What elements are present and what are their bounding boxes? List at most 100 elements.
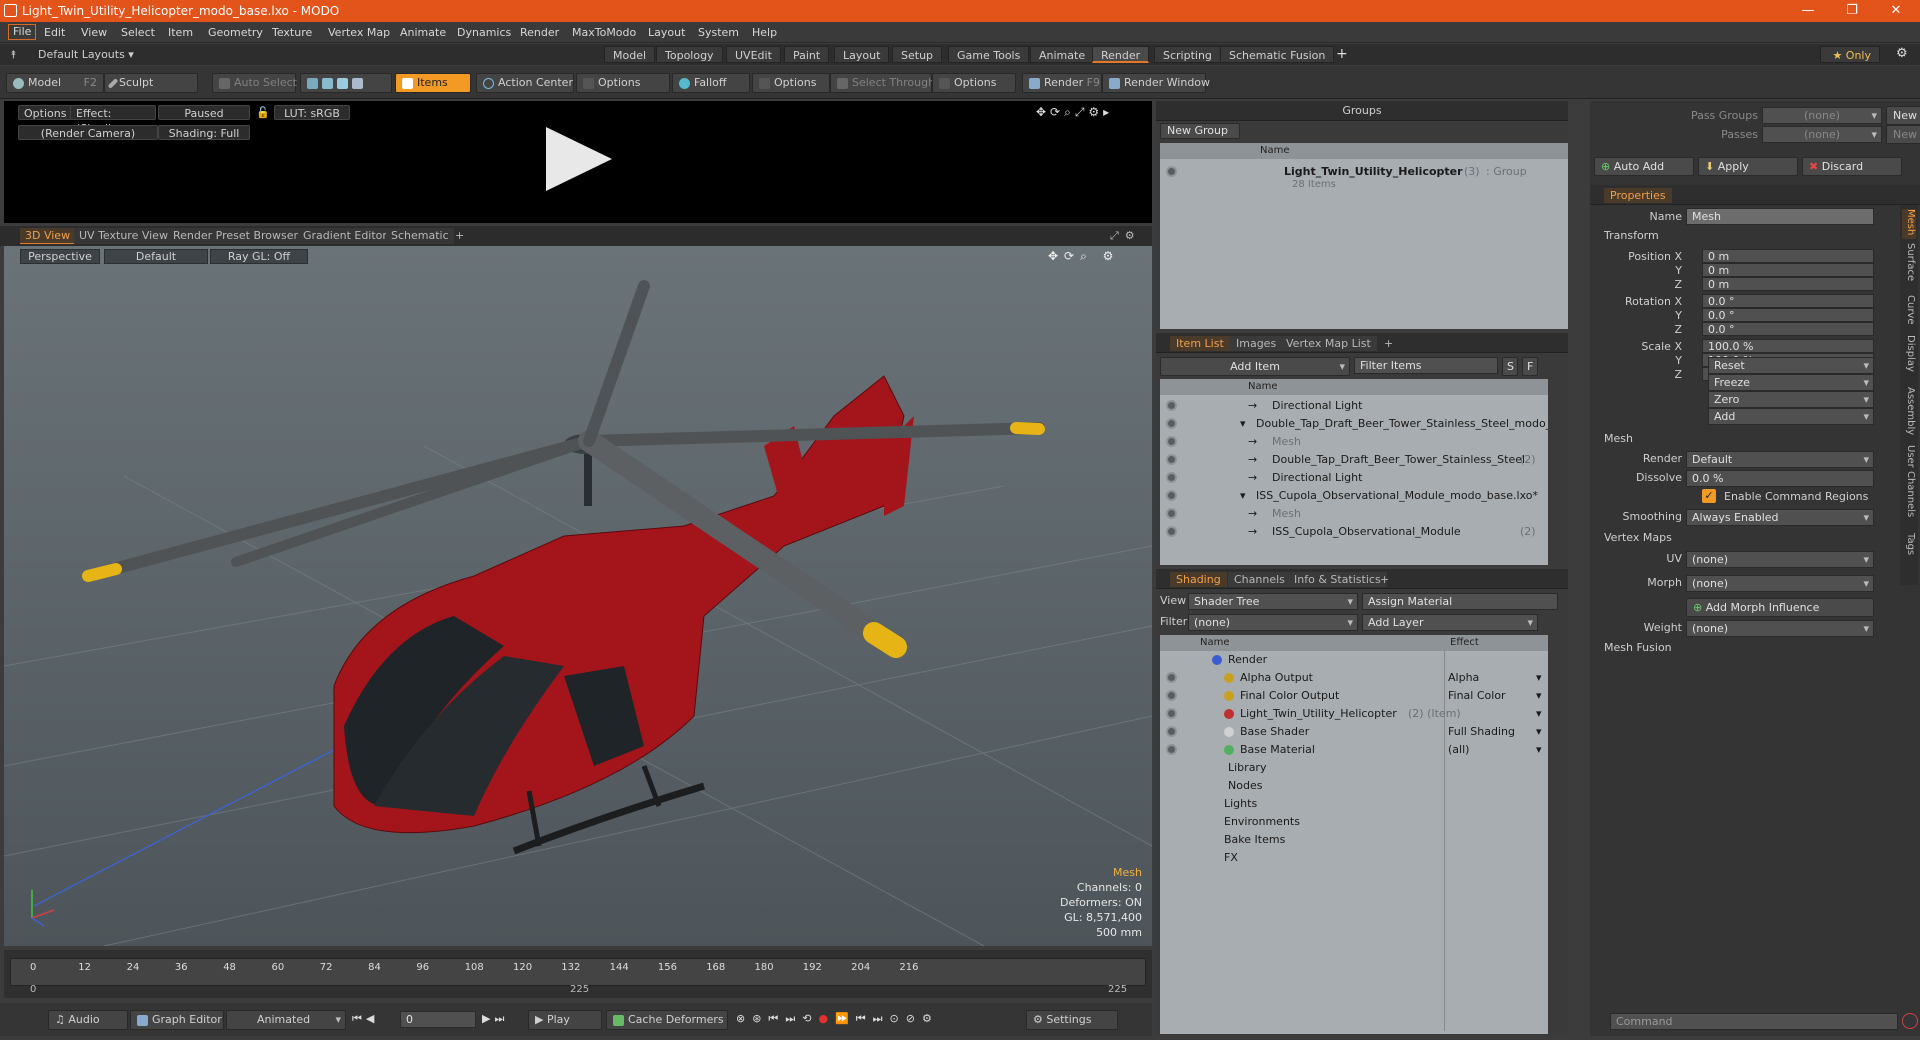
pass-groups-dropdown[interactable]: (none)	[1762, 107, 1882, 124]
menu-system[interactable]: System	[698, 26, 739, 39]
polygons-icon[interactable]	[337, 77, 348, 89]
layout-arrow-icon[interactable]: ⯭	[10, 48, 17, 62]
expand-arrow-icon[interactable]: →	[1248, 525, 1257, 538]
menu-file[interactable]: File	[8, 24, 37, 40]
preview-nav-icons[interactable]: ✥⟳⌕⤢⚙▸	[1036, 105, 1113, 120]
add-layer-dropdown[interactable]: Add Layer	[1362, 614, 1538, 631]
rotation-z-field[interactable]: 0.0 °	[1702, 322, 1874, 336]
side-tab-tags[interactable]: Tags	[1902, 533, 1916, 563]
tab-3d-view[interactable]: 3D View	[20, 228, 76, 244]
tab-shading[interactable]: Shading	[1170, 572, 1227, 587]
tab-render[interactable]: Render	[1092, 46, 1150, 63]
visibility-eye-icon[interactable]	[1166, 526, 1177, 537]
shader-tree-row[interactable]: Lights	[1160, 795, 1548, 813]
new-group-button[interactable]: New Group	[1160, 123, 1240, 139]
visibility-eye-icon[interactable]	[1166, 744, 1177, 755]
groups-list[interactable]: Name Light_Twin_Utility_Helicopter (3) :…	[1160, 143, 1568, 329]
tab-channels[interactable]: Channels	[1228, 572, 1291, 587]
shader-tree-row[interactable]: Library	[1160, 759, 1548, 777]
expand-arrow-icon[interactable]: →	[1248, 435, 1257, 448]
maximize-button[interactable]: ❐	[1830, 0, 1874, 22]
auto-add-button[interactable]: ⊕ Auto Add	[1594, 157, 1694, 176]
command-input[interactable]: Command	[1610, 1013, 1898, 1030]
command-record-icon[interactable]	[1902, 1013, 1918, 1029]
render-window-button[interactable]: Render Window	[1102, 73, 1210, 93]
tab-render-preset-browser[interactable]: Render Preset Browser	[168, 228, 304, 244]
auto-select-button[interactable]: Auto Select	[212, 73, 297, 93]
position-x-field[interactable]: 0 m	[1702, 249, 1874, 263]
tab-model[interactable]: Model	[604, 46, 656, 63]
dissolve-field[interactable]: 0.0 %	[1686, 470, 1874, 487]
add-layout-tab-button[interactable]: +	[1336, 46, 1348, 62]
expand-arrow-icon[interactable]: ▾	[1240, 489, 1246, 502]
chevron-down-icon[interactable]: ▾	[1536, 689, 1542, 702]
menu-vertex-map[interactable]: Vertex Map	[328, 26, 390, 39]
vertex-maps-section[interactable]: Vertex Maps	[1604, 531, 1920, 547]
tab-images[interactable]: Images	[1230, 336, 1283, 351]
item-list-row[interactable]: → Directional Light	[1160, 469, 1548, 487]
menu-texture[interactable]: Texture	[272, 26, 312, 39]
select-through-options-button[interactable]: Options	[932, 73, 1016, 93]
shader-filter-dropdown[interactable]: (none)	[1188, 614, 1358, 631]
item-list-row[interactable]: → Double_Tap_Draft_Beer_Tower_Stainless_S…	[1160, 451, 1548, 469]
add-view-tab-button[interactable]: +	[450, 228, 469, 244]
visibility-eye-icon[interactable]	[1166, 418, 1177, 429]
visibility-eye-icon[interactable]	[1166, 166, 1177, 177]
effect-dropdown[interactable]: (all)	[1448, 743, 1544, 756]
weight-dropdown[interactable]: (none)	[1686, 620, 1874, 637]
shader-view-dropdown[interactable]: Shader Tree	[1188, 593, 1358, 610]
item-list-row[interactable]: → ISS_Cupola_Observational_Module (2)	[1160, 523, 1548, 541]
scale-x-field[interactable]: 100.0 %	[1702, 339, 1874, 353]
item-tree[interactable]: Name → Directional Light ▾ Double_Tap_Draft…	[1160, 379, 1548, 565]
timeline[interactable]: 0 12 24 36 48 60 72 84 96 108 120 132 144 156 168 180 19…	[4, 950, 1152, 998]
menu-item[interactable]: Item	[168, 26, 193, 39]
tab-scripting[interactable]: Scripting	[1154, 46, 1221, 63]
transform-section[interactable]: Transform	[1604, 229, 1920, 245]
gear-icon[interactable]: ⚙	[1896, 46, 1908, 61]
tab-topology[interactable]: Topology	[656, 46, 723, 63]
render-camera-dropdown[interactable]: (Render Camera)	[18, 125, 158, 140]
materials-icon[interactable]	[352, 77, 363, 89]
close-button[interactable]: ✕	[1874, 0, 1918, 22]
filter-s-button[interactable]: S	[1502, 357, 1518, 376]
menu-help[interactable]: Help	[752, 26, 777, 39]
group-row[interactable]: Light_Twin_Utility_Helicopter (3) : Grou…	[1160, 163, 1568, 181]
side-tab-user-channels[interactable]: User Channels	[1902, 445, 1916, 529]
add-shading-tab-button[interactable]: +	[1374, 572, 1395, 587]
visibility-eye-icon[interactable]	[1166, 400, 1177, 411]
mesh-section[interactable]: Mesh	[1604, 432, 1920, 448]
zero-dropdown[interactable]: Zero	[1708, 391, 1874, 408]
add-panel-tab-button[interactable]: +	[1378, 336, 1399, 351]
tab-gradient-editor[interactable]: Gradient Editor	[298, 228, 392, 244]
menu-select[interactable]: Select	[121, 26, 155, 39]
shader-tree[interactable]: Name Effect Render Alpha Output Alpha ▾ Fina…	[1160, 635, 1548, 1034]
item-list-row[interactable]: ▾ ISS_Cupola_Observational_Module_modo_ba…	[1160, 487, 1548, 505]
animated-dropdown[interactable]: Animated	[226, 1010, 346, 1030]
model-mode-button[interactable]: Model F2	[6, 73, 104, 93]
item-list-row[interactable]: → Mesh	[1160, 505, 1548, 523]
side-tab-mesh[interactable]: Mesh	[1902, 209, 1916, 239]
add-morph-influence-button[interactable]: ⊕ Add Morph Influence	[1686, 598, 1874, 617]
render-preview[interactable]: Options Effect: (Shadi... Paused 🔓 LUT: …	[4, 101, 1152, 223]
sculpt-button[interactable]: Sculpt	[104, 73, 198, 93]
tab-vertex-map-list[interactable]: Vertex Map List	[1280, 336, 1377, 351]
side-tab-display[interactable]: Display	[1902, 335, 1916, 383]
default-layouts-dropdown[interactable]: Default Layouts ▾	[38, 48, 134, 61]
edges-icon[interactable]	[322, 77, 333, 89]
render-button[interactable]: Render F9	[1022, 73, 1102, 93]
only-toggle[interactable]: ★ Only	[1820, 46, 1880, 63]
graph-editor-button[interactable]: Graph Editor	[130, 1010, 224, 1030]
paused-toggle[interactable]: Paused	[158, 105, 250, 120]
preview-options-button[interactable]: Options	[18, 105, 73, 120]
tab-paint[interactable]: Paint	[784, 46, 830, 63]
menu-dynamics[interactable]: Dynamics	[457, 26, 511, 39]
expand-arrow-icon[interactable]: →	[1248, 471, 1257, 484]
side-tab-surface[interactable]: Surface	[1902, 243, 1916, 291]
action-center-options-button[interactable]: Options	[576, 73, 670, 93]
shader-tree-row[interactable]: Base Shader Full Shading ▾	[1160, 723, 1548, 741]
vertices-icon[interactable]	[307, 77, 318, 89]
tab-game-tools[interactable]: Game Tools	[948, 46, 1030, 63]
menu-animate[interactable]: Animate	[400, 26, 446, 39]
frame-back-icons[interactable]: ⏮◀	[352, 1012, 378, 1026]
menu-edit[interactable]: Edit	[44, 26, 65, 39]
